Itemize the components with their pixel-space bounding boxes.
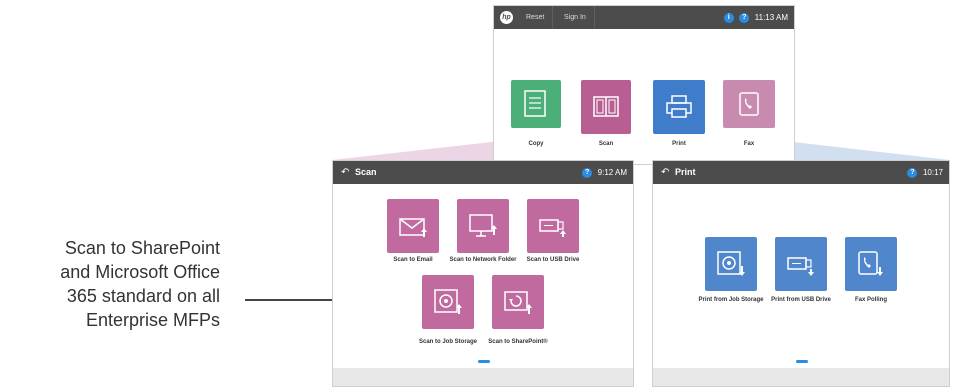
- scan-topbar: ↶ Scan ? 9:12 AM: [333, 161, 633, 184]
- usb-icon: [787, 257, 814, 276]
- page-indicator: [796, 360, 808, 363]
- help-icon[interactable]: ?: [582, 167, 593, 178]
- home-status: i ? 11:13 AM: [723, 12, 788, 23]
- fax-label: Fax: [743, 141, 755, 147]
- scan-to-job-storage-label: Scan to Job Storage: [418, 339, 477, 345]
- print-label: Print: [672, 141, 686, 147]
- back-arrow-icon[interactable]: ↶: [341, 161, 349, 184]
- printer-icon: [666, 95, 692, 118]
- callout-line-2: and Microsoft Office: [60, 262, 220, 282]
- print-from-usb-drive-tile[interactable]: [775, 237, 827, 291]
- phone-icon: [858, 251, 883, 276]
- document-icon: [524, 90, 546, 117]
- book-icon: [593, 96, 619, 117]
- fax-tile[interactable]: [723, 80, 775, 128]
- callout-line-3: 365 standard on all: [66, 286, 220, 306]
- sign-in-button[interactable]: Sign In: [556, 6, 595, 29]
- scan-clock: 9:12 AM: [597, 168, 627, 178]
- scan-status: ? 9:12 AM: [582, 167, 627, 178]
- home-screen: hp Reset Sign In i ? 11:13 AM Copy Scan: [493, 5, 795, 165]
- page-indicator: [478, 360, 490, 363]
- copy-label: Copy: [528, 141, 544, 147]
- copy-tile[interactable]: [511, 80, 561, 128]
- callout-line-1: Scan to SharePoint: [64, 238, 220, 258]
- scan-to-sharepoint-label: Scan to SharePoint®: [488, 339, 548, 345]
- home-clock: 11:13 AM: [754, 13, 788, 23]
- print-topbar: ↶ Print ? 10:17: [653, 161, 949, 184]
- callout-text: Scan to SharePoint and Microsoft Office …: [60, 236, 220, 332]
- reset-button[interactable]: Reset: [518, 6, 554, 29]
- usb-icon: [539, 219, 566, 237]
- scan-to-job-storage-tile[interactable]: [422, 275, 474, 329]
- fax-polling-tile[interactable]: [845, 237, 897, 291]
- home-topbar: hp Reset Sign In i ? 11:13 AM: [494, 6, 794, 29]
- print-from-job-storage-tile[interactable]: [705, 237, 757, 291]
- print-tile[interactable]: [653, 80, 705, 134]
- scan-label: Scan: [598, 141, 614, 147]
- scan-to-usb-drive-label: Scan to USB Drive: [526, 257, 580, 263]
- print-bottom-bar: [653, 368, 949, 386]
- monitor-icon: [469, 214, 497, 237]
- print-status: ? 10:17: [907, 167, 943, 178]
- back-arrow-icon[interactable]: ↶: [661, 161, 669, 184]
- phone-icon: [739, 92, 759, 116]
- scan-tile[interactable]: [581, 80, 631, 134]
- print-screen: ↶ Print ? 10:17 Print from Job Storage P…: [652, 160, 950, 387]
- info-icon[interactable]: i: [723, 12, 734, 23]
- fax-polling-label: Fax Polling: [854, 297, 887, 303]
- hp-logo-icon[interactable]: hp: [500, 11, 513, 24]
- scan-bottom-bar: [333, 368, 633, 386]
- disk-icon: [434, 289, 462, 314]
- help-icon[interactable]: ?: [907, 167, 918, 178]
- scan-to-sharepoint-tile[interactable]: [492, 275, 544, 329]
- scan-to-email-tile[interactable]: [387, 199, 439, 253]
- scan-screen: ↶ Scan ? 9:12 AM Scan to Email Scan to N…: [332, 160, 634, 387]
- scan-to-network-folder-tile[interactable]: [457, 199, 509, 253]
- scan-to-email-label: Scan to Email: [393, 257, 433, 263]
- print-clock: 10:17: [922, 168, 943, 178]
- envelope-icon: [399, 218, 427, 237]
- scan-title: Scan: [355, 167, 377, 177]
- print-title: Print: [675, 167, 696, 177]
- callout-line-4: Enterprise MFPs: [85, 310, 220, 330]
- disk-icon: [717, 251, 745, 276]
- help-icon[interactable]: ?: [739, 12, 750, 23]
- sharepoint-icon: [504, 291, 532, 314]
- scan-to-usb-drive-tile[interactable]: [527, 199, 579, 253]
- scan-to-network-folder-label: Scan to Network Folder: [449, 257, 517, 263]
